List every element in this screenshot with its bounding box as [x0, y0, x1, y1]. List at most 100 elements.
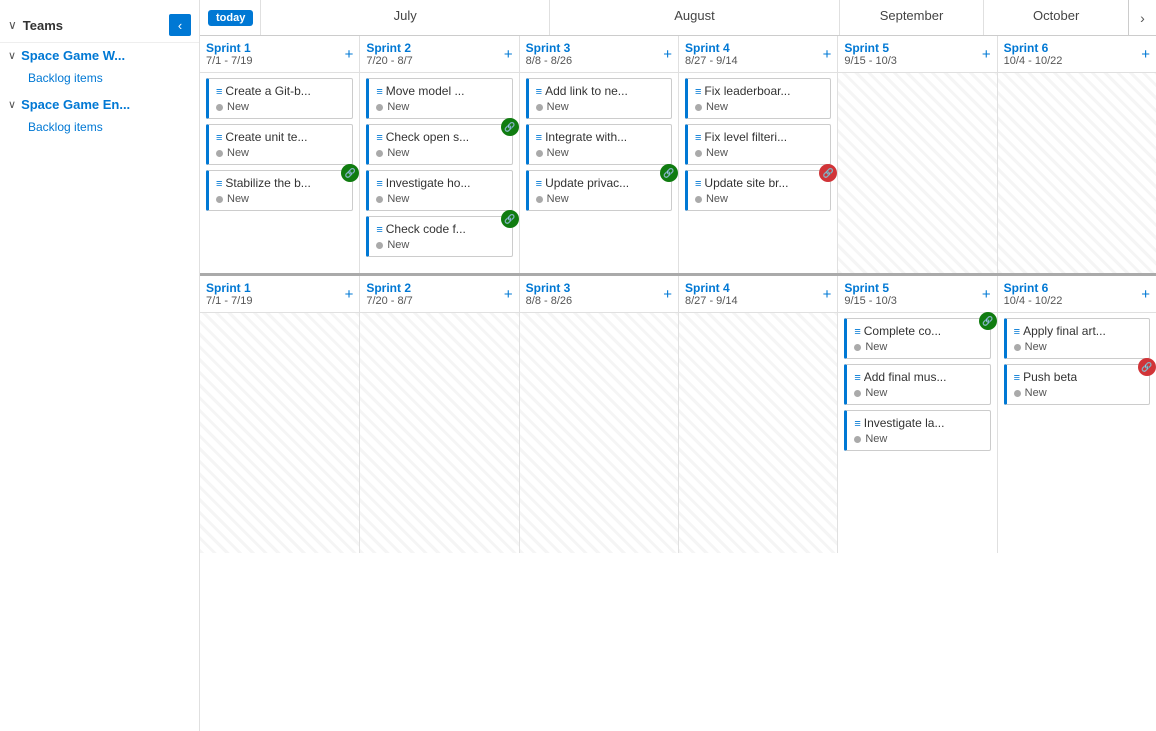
t1s5-add-btn[interactable]: + [982, 46, 991, 63]
nav-arrow-right-btn[interactable]: › [1128, 0, 1156, 35]
card-status-text: New [1025, 387, 1047, 399]
card-text: Fix leaderboar... [704, 84, 790, 98]
card-status-text: New [227, 147, 249, 159]
team1-sprint4-header: Sprint 4 8/27 - 9/14 + [678, 36, 837, 72]
t1s4-name: Sprint 4 [685, 41, 738, 55]
t1s2-items: ≡ Move model ... New 🔗 ≡ Check open s... [359, 73, 518, 273]
t1s3-add-btn[interactable]: + [663, 46, 672, 63]
t1s1-dates: 7/1 - 7/19 [206, 55, 252, 67]
card-add-link[interactable]: ≡ Add link to ne... New [526, 78, 672, 119]
card-update-privac[interactable]: 🔗 ≡ Update privac... New [526, 170, 672, 211]
wi-icon: ≡ [1014, 372, 1020, 384]
wi-icon: ≡ [695, 86, 701, 98]
wi-icon: ≡ [376, 224, 382, 236]
card-status-text: New [547, 193, 569, 205]
link-badge-green: 🔗 [341, 164, 359, 182]
t2s1-add-btn[interactable]: + [345, 286, 354, 303]
t1s3-items: ≡ Add link to ne... New ≡ Integrate with… [519, 73, 678, 273]
t2s2-items [359, 313, 518, 553]
t1s6-name: Sprint 6 [1004, 41, 1063, 55]
t1s4-add-btn[interactable]: + [823, 46, 832, 63]
card-move-model[interactable]: ≡ Move model ... New [366, 78, 512, 119]
card-text: Create a Git-b... [225, 84, 310, 98]
t1s6-dates: 10/4 - 10/22 [1004, 55, 1063, 67]
status-dot [216, 150, 223, 157]
card-check-open[interactable]: 🔗 ≡ Check open s... New [366, 124, 512, 165]
t2s5-dates: 9/15 - 10/3 [844, 295, 897, 307]
card-text: Complete co... [864, 324, 941, 338]
t2s3-add-btn[interactable]: + [663, 286, 672, 303]
card-create-unit[interactable]: ≡ Create unit te... New [206, 124, 353, 165]
card-investigate-ho[interactable]: ≡ Investigate ho... New [366, 170, 512, 211]
card-text: Stabilize the b... [225, 176, 310, 190]
team1-sprint3-header: Sprint 3 8/8 - 8/26 + [519, 36, 678, 72]
status-dot [536, 104, 543, 111]
card-stabilize[interactable]: 🔗 ≡ Stabilize the b... New [206, 170, 353, 211]
t2s5-name: Sprint 5 [844, 281, 897, 295]
team-1-backlog[interactable]: Backlog items [0, 68, 199, 88]
today-badge[interactable]: today [208, 10, 253, 26]
month-july: July [260, 0, 549, 35]
team-2-chevron: ∨ [8, 98, 16, 111]
wi-icon: ≡ [376, 132, 382, 144]
t1s1-add-btn[interactable]: + [345, 46, 354, 63]
card-push-beta[interactable]: 🔗 ≡ Push beta New [1004, 364, 1150, 405]
card-check-code[interactable]: 🔗 ≡ Check code f... New [366, 216, 512, 257]
t1s2-add-btn[interactable]: + [504, 46, 513, 63]
card-status-text: New [547, 147, 569, 159]
t2s6-add-btn[interactable]: + [1141, 286, 1150, 303]
card-status-text: New [227, 193, 249, 205]
team2-sprint4-header: Sprint 4 8/27 - 9/14 + [678, 276, 837, 312]
team-1-header[interactable]: ∨ Space Game W... [0, 43, 199, 68]
t2s4-dates: 8/27 - 9/14 [685, 295, 738, 307]
team2-sprint3-header: Sprint 3 8/8 - 8/26 + [519, 276, 678, 312]
t2s1-name: Sprint 1 [206, 281, 252, 295]
team1-items-grid: ≡ Create a Git-b... New ≡ Create unit te… [200, 73, 1156, 273]
card-apply-final-art[interactable]: ≡ Apply final art... New [1004, 318, 1150, 359]
top-header-row: today July August September October › [200, 0, 1156, 36]
card-text: Integrate with... [545, 130, 627, 144]
card-fix-level[interactable]: ≡ Fix level filteri... New [685, 124, 831, 165]
scrollable-content[interactable]: Sprint 1 7/1 - 7/19 + Sprint 2 7/20 - 8/… [200, 36, 1156, 731]
team-2-header[interactable]: ∨ Space Game En... [0, 92, 199, 117]
card-text: Check open s... [386, 130, 469, 144]
team-2-backlog[interactable]: Backlog items [0, 117, 199, 137]
team-1-name: Space Game W... [21, 48, 125, 63]
today-area: today [200, 0, 260, 35]
card-status-text: New [1025, 341, 1047, 353]
card-text: Update privac... [545, 176, 629, 190]
link-badge-green: 🔗 [501, 118, 519, 136]
month-august: August [549, 0, 838, 35]
status-dot [1014, 390, 1021, 397]
t2s2-add-btn[interactable]: + [504, 286, 513, 303]
t2s3-items [519, 313, 678, 553]
card-status-text: New [865, 433, 887, 445]
card-status-text: New [865, 387, 887, 399]
card-complete-co[interactable]: 🔗 ≡ Complete co... New [844, 318, 990, 359]
card-update-site[interactable]: 🔗 ≡ Update site br... New [685, 170, 831, 211]
wi-icon: ≡ [1014, 326, 1020, 338]
card-status-text: New [706, 193, 728, 205]
t1s4-dates: 8/27 - 9/14 [685, 55, 738, 67]
t2s2-name: Sprint 2 [366, 281, 412, 295]
t2s5-items: 🔗 ≡ Complete co... New ≡ Add final mus..… [837, 313, 996, 553]
status-dot [695, 104, 702, 111]
team2-sprint-headers: Sprint 1 7/1 - 7/19 + Sprint 2 7/20 - 8/… [200, 276, 1156, 313]
t2s1-dates: 7/1 - 7/19 [206, 295, 252, 307]
wi-icon: ≡ [695, 178, 701, 190]
t2s4-add-btn[interactable]: + [823, 286, 832, 303]
wi-icon: ≡ [536, 178, 542, 190]
wi-icon: ≡ [216, 86, 222, 98]
card-add-final-mus[interactable]: ≡ Add final mus... New [844, 364, 990, 405]
t2s5-add-btn[interactable]: + [982, 286, 991, 303]
team1-sprint5-header: Sprint 5 9/15 - 10/3 + [837, 36, 996, 72]
card-create-git[interactable]: ≡ Create a Git-b... New [206, 78, 353, 119]
t1s6-add-btn[interactable]: + [1141, 46, 1150, 63]
card-integrate-with[interactable]: ≡ Integrate with... New [526, 124, 672, 165]
team1-sprint-headers: Sprint 1 7/1 - 7/19 + Sprint 2 7/20 - 8/… [200, 36, 1156, 73]
card-fix-leader[interactable]: ≡ Fix leaderboar... New [685, 78, 831, 119]
nav-arrow-left-btn[interactable]: ‹ [169, 14, 191, 36]
card-text: Add final mus... [864, 370, 947, 384]
teams-label: Teams [23, 18, 63, 33]
card-investigate-la[interactable]: ≡ Investigate la... New [844, 410, 990, 451]
